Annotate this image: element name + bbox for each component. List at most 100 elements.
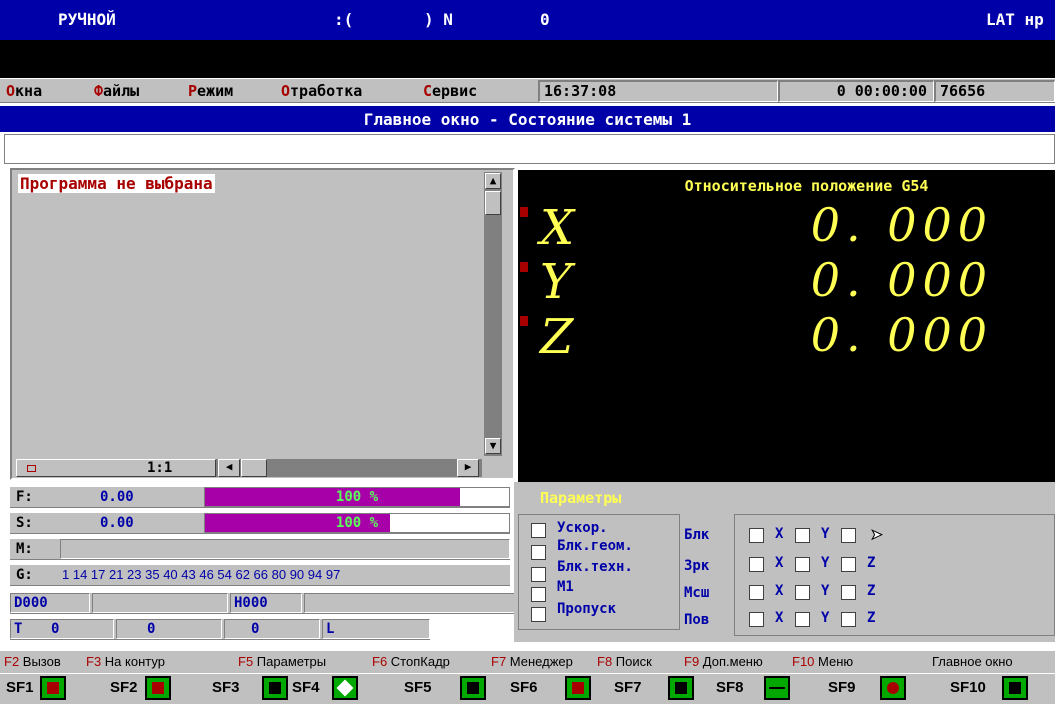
menu-service[interactable]: Сервис: [423, 82, 477, 100]
checkbox-mirror-z[interactable]: [841, 557, 856, 572]
option-block-tech-label: Блк.техн.: [557, 559, 633, 575]
checkbox-m1[interactable]: [531, 587, 546, 602]
menu-processing[interactable]: Отработка: [281, 82, 362, 100]
sf5-icon[interactable]: [460, 676, 486, 700]
sf6-icon[interactable]: [565, 676, 591, 700]
status-indicator: :(: [334, 10, 354, 29]
scroll-left-icon[interactable]: ◀: [218, 459, 240, 477]
menu-bar: Окна Файлы Режим Отработка Сервис 16:37:…: [0, 78, 1055, 103]
checkbox-scale-y[interactable]: [795, 585, 810, 600]
elapsed-time-field: 0 00:00:00: [778, 80, 934, 102]
group-rotate-label: Пов: [684, 612, 710, 628]
sf8-icon[interactable]: [764, 676, 790, 700]
program-status: Программа не выбрана: [18, 174, 215, 193]
d-spacer: [92, 593, 228, 613]
gcodes-label: G:: [16, 567, 33, 583]
checkbox-block-tech[interactable]: [531, 567, 546, 582]
sf7-icon[interactable]: [668, 676, 694, 700]
params-axes-box: X Y ➤ X Y Z X Y Z X Y Z: [734, 514, 1055, 636]
axis-y-marker: [520, 262, 528, 272]
checkbox-rotate-y[interactable]: [795, 612, 810, 627]
h-field: H000: [230, 593, 302, 613]
spindle-label: S:: [16, 515, 33, 531]
command-input[interactable]: [4, 134, 1055, 164]
sf-key-bar: SF1 SF2 SF3 SF4 SF5 SF6 SF7 SF8 SF9 SF10: [0, 674, 1055, 704]
fkey-f2[interactable]: F2 Вызов: [4, 654, 61, 669]
coordinate-title: Относительное положение G54: [684, 177, 929, 195]
mcodes-field: [60, 539, 510, 559]
fkey-f6[interactable]: F6 СтопКадр: [372, 654, 450, 669]
params-title: Параметры: [540, 489, 622, 507]
hscroll-thumb[interactable]: [241, 459, 267, 477]
fkey-f3[interactable]: F3 На контур: [86, 654, 165, 669]
spindle-value: 0.00: [100, 515, 134, 531]
sf8-label[interactable]: SF8: [716, 679, 744, 696]
option-accel-label: Ускор.: [557, 520, 608, 536]
sf1-icon[interactable]: [40, 676, 66, 700]
checkbox-rotate-z[interactable]: [841, 612, 856, 627]
fkey-f8[interactable]: F8 Поиск: [597, 654, 652, 669]
block-x-label: X: [775, 526, 784, 542]
n-label: ) N: [424, 10, 453, 29]
feed-override-text: 100 %: [335, 489, 379, 505]
fkey-f5[interactable]: F5 Параметры: [238, 654, 326, 669]
scroll-up-icon[interactable]: ▲: [485, 173, 501, 189]
fkey-f10[interactable]: F10 Меню: [792, 654, 853, 669]
keyboard-layout: LAT нр: [986, 10, 1044, 29]
sf2-icon[interactable]: [145, 676, 171, 700]
tool-field-2: 0: [116, 619, 222, 639]
checkbox-skip[interactable]: [531, 607, 546, 622]
window-title-bar: Главное окно - Состояние системы 1: [0, 106, 1055, 133]
tool-field-3: 0: [224, 619, 320, 639]
params-options-box: Ускор. Блк.геом. Блк.техн. M1 Пропуск: [518, 514, 680, 630]
checkbox-scale-x[interactable]: [749, 585, 764, 600]
menu-mode[interactable]: Режим: [188, 82, 233, 100]
checkbox-block-z[interactable]: [841, 528, 856, 543]
sf5-label[interactable]: SF5: [404, 679, 432, 696]
checkbox-mirror-x[interactable]: [749, 557, 764, 572]
sf1-label[interactable]: SF1: [6, 679, 34, 696]
scroll-thumb[interactable]: [485, 191, 501, 215]
sf4-label[interactable]: SF4: [292, 679, 320, 696]
tool-l-field: L: [322, 619, 430, 639]
sf9-label[interactable]: SF9: [828, 679, 856, 696]
checkbox-scale-z[interactable]: [841, 585, 856, 600]
checkbox-mirror-y[interactable]: [795, 557, 810, 572]
status-bar: РУЧНОЙ :( ) N 0 LAT нр: [0, 0, 1055, 40]
rotate-z-label: Z: [867, 610, 876, 626]
scale-z-label: Z: [867, 583, 876, 599]
scale-y-label: Y: [821, 583, 830, 599]
checkbox-block-y[interactable]: [795, 528, 810, 543]
sf9-icon[interactable]: [880, 676, 906, 700]
sf7-label[interactable]: SF7: [614, 679, 642, 696]
mouse-cursor-icon: ➤: [870, 523, 884, 548]
sf10-label[interactable]: SF10: [950, 679, 986, 696]
axis-z-value: 0. 000: [810, 308, 993, 362]
checkbox-accel[interactable]: [531, 523, 546, 538]
fkey-f7[interactable]: F7 Менеджер: [491, 654, 573, 669]
scroll-down-icon[interactable]: ▼: [485, 438, 501, 454]
option-skip-label: Пропуск: [557, 601, 617, 617]
sf2-label[interactable]: SF2: [110, 679, 138, 696]
scroll-right-icon[interactable]: ▶: [457, 459, 479, 477]
sf3-label[interactable]: SF3: [212, 679, 240, 696]
feed-label: F:: [16, 489, 33, 505]
sf10-icon[interactable]: [1002, 676, 1028, 700]
checkbox-block-geom[interactable]: [531, 545, 546, 560]
checkbox-block-x[interactable]: [749, 528, 764, 543]
menu-windows[interactable]: Окна: [6, 82, 42, 100]
program-text-area[interactable]: [16, 172, 482, 456]
counter-field: 76656: [934, 80, 1055, 102]
block-y-label: Y: [821, 526, 830, 542]
sf6-label[interactable]: SF6: [510, 679, 538, 696]
fkey-f9[interactable]: F9 Доп.меню: [684, 654, 763, 669]
sf4-icon[interactable]: [332, 676, 358, 700]
option-m1-label: M1: [557, 579, 574, 595]
mcodes-row: M:: [10, 538, 510, 560]
mirror-y-label: Y: [821, 555, 830, 571]
program-vertical-scrollbar[interactable]: ▲ ▼: [484, 172, 502, 456]
checkbox-rotate-x[interactable]: [749, 612, 764, 627]
option-block-geom-label: Блк.геом.: [557, 538, 633, 554]
menu-files[interactable]: Файлы: [94, 82, 139, 100]
sf3-icon[interactable]: [262, 676, 288, 700]
